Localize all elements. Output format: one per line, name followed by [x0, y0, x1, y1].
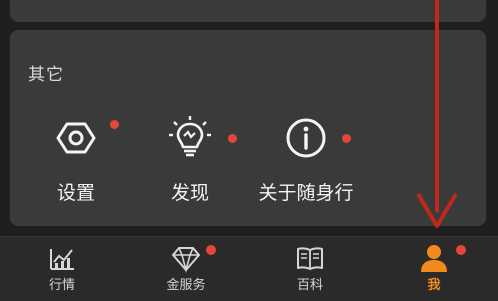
lightbulb-icon	[166, 114, 214, 162]
discover-label: 发现	[170, 182, 209, 204]
settings-item[interactable]: 设置	[16, 114, 136, 214]
tab-me[interactable]: 我	[372, 237, 496, 301]
info-icon	[282, 114, 330, 162]
bottom-tab-bar: 行情 金服务 百科 我	[0, 236, 498, 301]
tab-quotes-label: 行情	[48, 278, 75, 293]
chart-icon	[47, 243, 77, 273]
gold-service-badge-dot	[206, 245, 216, 255]
settings-label: 设置	[56, 182, 95, 204]
tab-quotes[interactable]: 行情	[0, 237, 124, 301]
settings-icon	[52, 114, 100, 162]
tab-encyclopedia[interactable]: 百科	[248, 237, 372, 301]
me-badge-dot	[456, 245, 466, 255]
tab-encyclopedia-label: 百科	[296, 278, 323, 293]
tab-me-label: 我	[427, 278, 441, 293]
previous-section-card	[10, 0, 486, 22]
book-icon	[295, 243, 325, 273]
other-section-card: 其它 设置 发现 关于随身行	[10, 30, 486, 226]
diamond-icon	[171, 243, 201, 274]
section-title: 其它	[28, 65, 64, 85]
about-item[interactable]: 关于随身行	[246, 114, 366, 214]
discover-item[interactable]: 发现	[130, 114, 250, 214]
about-badge-dot	[342, 134, 351, 143]
discover-badge-dot	[228, 134, 237, 143]
settings-badge-dot	[110, 120, 119, 129]
about-label: 关于随身行	[258, 182, 354, 204]
tab-gold-service[interactable]: 金服务	[124, 237, 248, 301]
tab-gold-service-label: 金服务	[166, 278, 206, 293]
user-icon	[419, 243, 449, 273]
